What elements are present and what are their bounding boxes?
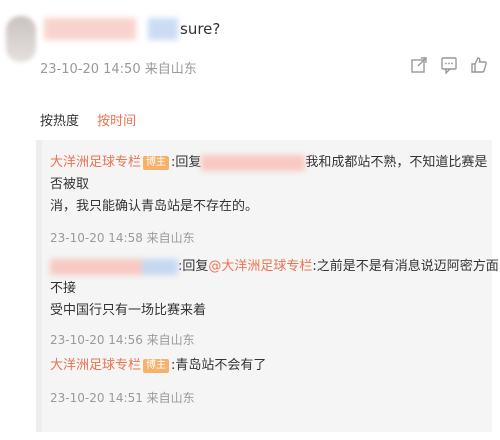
post-actions: [410, 56, 488, 75]
reply-prefix: :回复: [171, 155, 202, 170]
share-icon[interactable]: [410, 56, 428, 74]
author-badge: 博主: [143, 156, 170, 170]
reply-meta: 23-10-20 14:56 来自山东: [50, 333, 195, 347]
reply-text-line2: 受中国行只有一场比赛来着: [50, 303, 207, 318]
reply-line-1: 大洋洲足球专栏 博主:回复 我和成都站不熟，不知道比赛是否被取: [50, 152, 500, 196]
reply-line-1: :回复@大洋洲足球专栏:之前是不是有消息说迈阿密方面不接: [50, 256, 500, 300]
reply-meta: 23-10-20 14:51 来自山东: [50, 391, 195, 405]
sort-options: 按热度 按时间: [40, 110, 150, 129]
redacted-text: [148, 18, 178, 40]
comment-icon[interactable]: [440, 56, 458, 75]
reply-author[interactable]: 大洋洲足球专栏: [50, 358, 141, 373]
like-icon[interactable]: [470, 56, 488, 74]
reply-text: :青岛站不会有了: [171, 358, 267, 373]
reply-item: :回复@大洋洲足球专栏:之前是不是有消息说迈阿密方面不接 受中国行只有一场比赛来…: [50, 256, 500, 351]
mention-link[interactable]: @大洋洲足球专栏: [208, 259, 312, 274]
sort-by-hot[interactable]: 按热度: [40, 114, 79, 129]
reply-text-line2: 消，我只能确认青岛站是不存在的。: [50, 199, 259, 214]
thread-indent: [36, 140, 42, 432]
reply-item: 大洋洲足球专栏 博主:青岛站不会有了 23-10-20 14:51 来自山东: [50, 355, 266, 409]
redacted-mention: [201, 154, 306, 171]
reply-item: 大洋洲足球专栏 博主:回复 我和成都站不熟，不知道比赛是否被取 消，我只能确认青岛站…: [50, 152, 500, 249]
reply-meta: 23-10-20 14:58 来自山东: [50, 231, 195, 245]
author-badge: 博主: [143, 359, 170, 373]
reply-prefix: :回复: [178, 259, 209, 274]
avatar[interactable]: [6, 16, 36, 62]
reply-line-1: 大洋洲足球专栏 博主:青岛站不会有了: [50, 355, 266, 377]
post-text: sure?: [180, 20, 221, 38]
redacted-username: [50, 258, 178, 275]
reply-author[interactable]: 大洋洲足球专栏: [50, 155, 141, 170]
post: sure? 23-10-20 14:50 来自山东: [0, 0, 500, 90]
post-meta: 23-10-20 14:50 来自山东: [40, 62, 197, 77]
sort-by-time[interactable]: 按时间: [97, 114, 136, 129]
redacted-username: [44, 18, 136, 40]
